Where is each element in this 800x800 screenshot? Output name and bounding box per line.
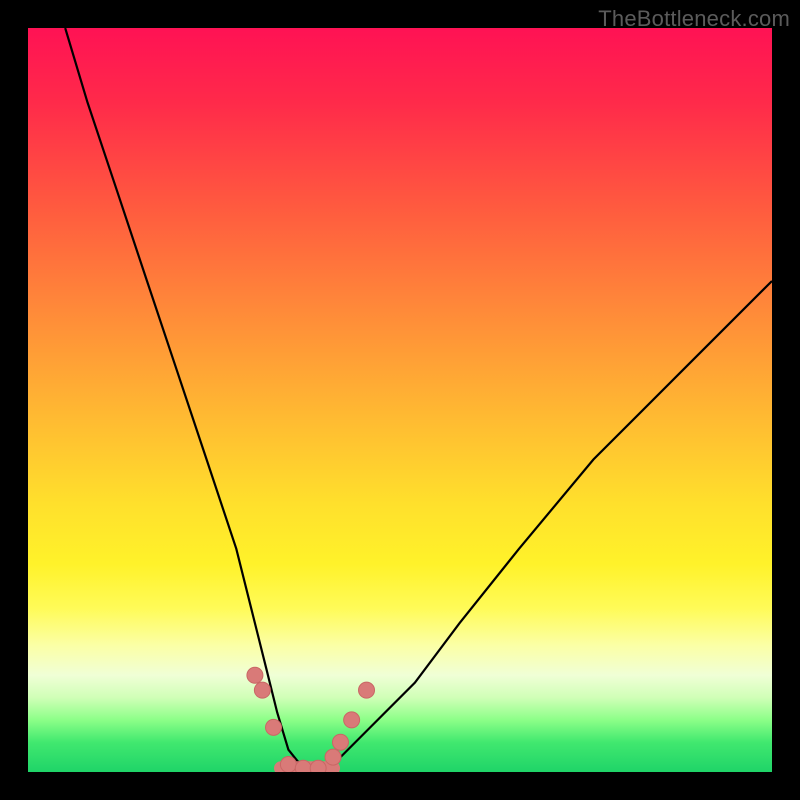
- marker-group: [247, 667, 375, 772]
- marker-dot: [266, 719, 282, 735]
- chart-frame: TheBottleneck.com: [0, 0, 800, 800]
- marker-dot: [359, 682, 375, 698]
- marker-dot: [310, 760, 326, 772]
- plot-area: [28, 28, 772, 772]
- curve-layer: [28, 28, 772, 772]
- watermark-text: TheBottleneck.com: [598, 6, 790, 32]
- marker-dot: [325, 749, 341, 765]
- bottleneck-curve: [65, 28, 772, 768]
- marker-dot: [254, 682, 270, 698]
- marker-dot: [344, 712, 360, 728]
- marker-dot: [247, 667, 263, 683]
- marker-dot: [280, 757, 296, 772]
- marker-dot: [332, 734, 348, 750]
- marker-dot: [295, 760, 311, 772]
